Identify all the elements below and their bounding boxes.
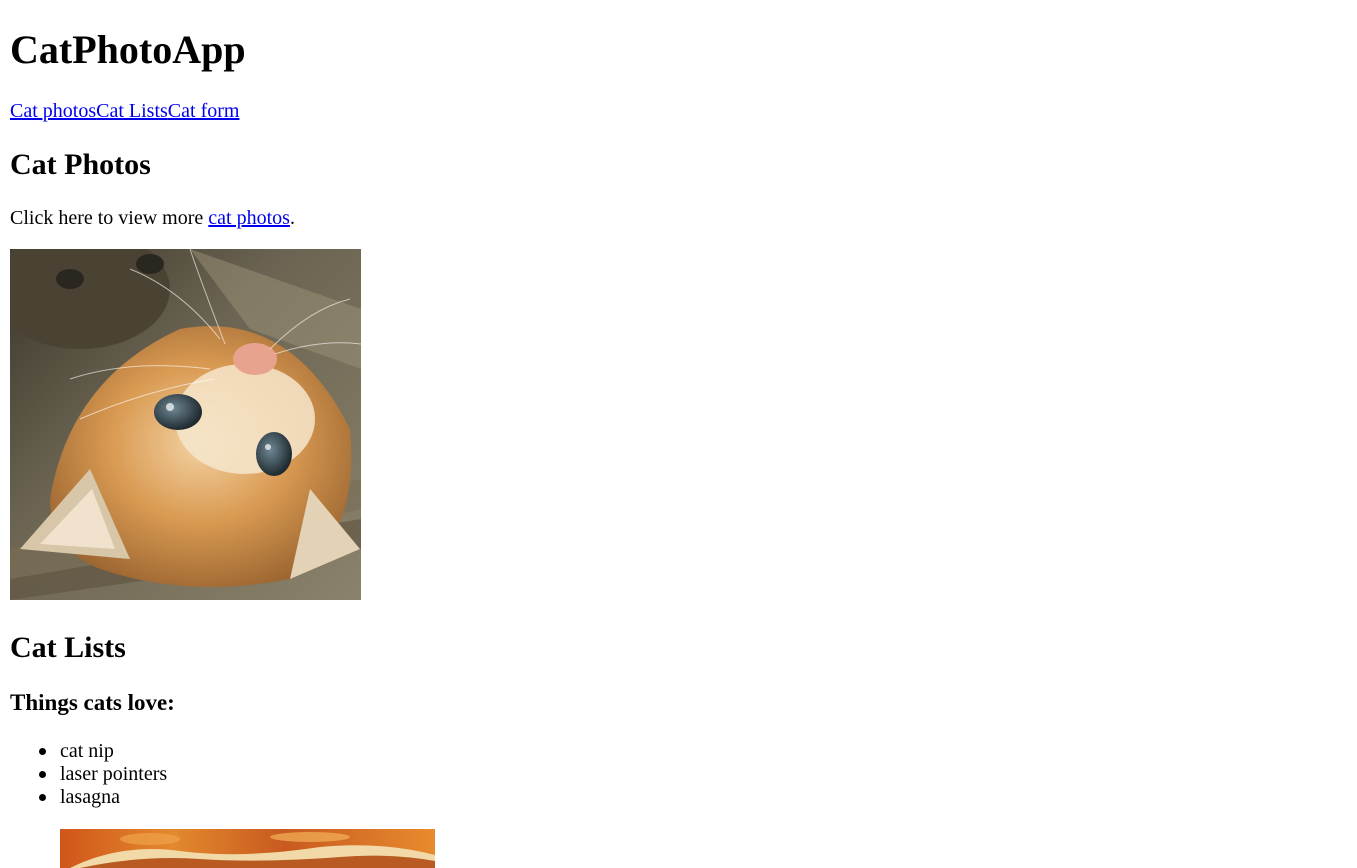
bullet-icon: [39, 748, 46, 755]
nav-link-cat-lists[interactable]: Cat Lists: [96, 100, 168, 122]
things-cats-love-list: cat nip laser pointers lasagna: [10, 740, 167, 809]
view-more-suffix: .: [289, 207, 295, 229]
list-item-label: laser pointers: [60, 763, 168, 785]
bullet-icon: [39, 794, 46, 801]
main-nav: Cat photosCat ListsCat form: [10, 98, 239, 124]
cat-photos-link[interactable]: cat photos: [208, 207, 290, 229]
app-title: CatPhotoApp: [10, 27, 246, 72]
view-more-text: Click here to view more cat photos.: [10, 205, 295, 231]
view-more-prefix: Click here to view more: [10, 207, 209, 229]
list-item: laser pointers: [10, 763, 167, 786]
things-cats-love-heading: Things cats love:: [10, 690, 175, 715]
bullet-icon: [39, 771, 46, 778]
cat-photo-image[interactable]: [10, 249, 361, 600]
cat-photo-icon: [10, 249, 361, 600]
nav-link-cat-photos[interactable]: Cat photos: [10, 100, 96, 122]
lasagna-photo-icon: [60, 829, 435, 868]
list-item-label: cat nip: [60, 740, 114, 762]
list-item: cat nip: [10, 740, 167, 763]
list-item: lasagna: [10, 786, 167, 809]
list-item-label: lasagna: [60, 786, 120, 808]
nav-link-cat-form[interactable]: Cat form: [168, 100, 240, 122]
lasagna-photo-image: [60, 829, 435, 868]
cat-lists-heading: Cat Lists: [10, 631, 126, 664]
cat-photos-heading: Cat Photos: [10, 148, 151, 181]
